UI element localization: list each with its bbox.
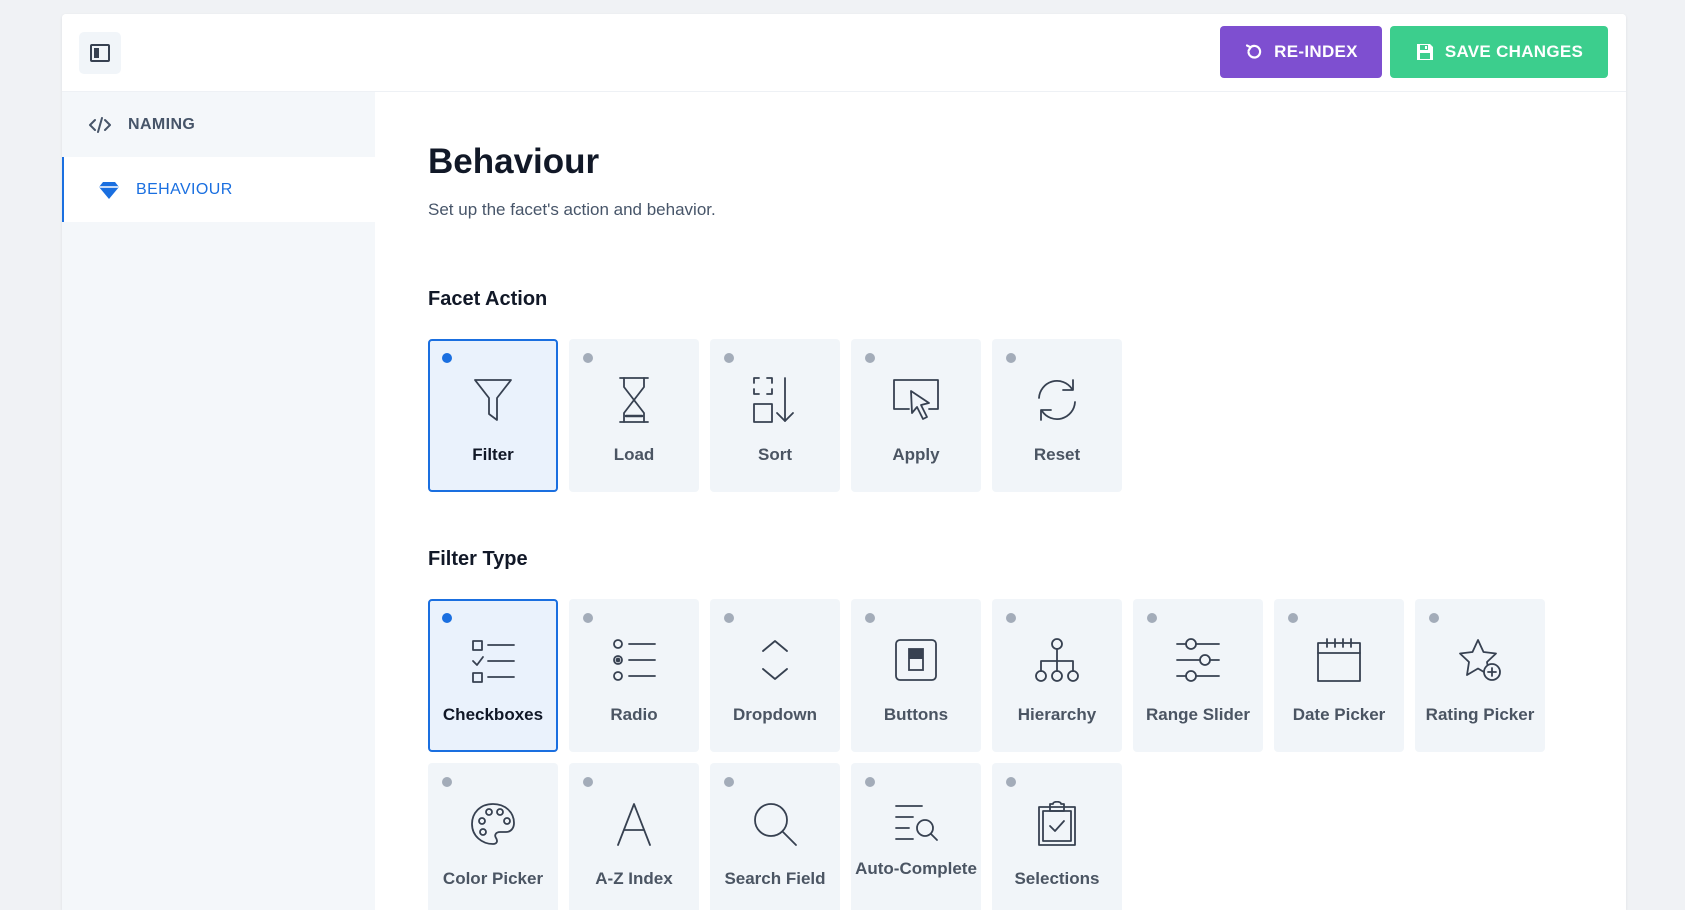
refresh-icon	[1038, 379, 1076, 421]
option-label: Range Slider	[1146, 705, 1250, 724]
option-label: Buttons	[883, 705, 949, 724]
checklist-icon	[472, 640, 515, 683]
radio-dot	[1288, 613, 1298, 623]
sliders-icon	[1176, 638, 1220, 682]
radio-dot	[1006, 777, 1016, 787]
sidebar-toggle-button[interactable]	[79, 32, 121, 74]
option-label: Filter	[472, 445, 514, 464]
calendar-icon	[1317, 638, 1361, 682]
option-buttons[interactable]: Buttons	[851, 599, 981, 752]
option-label: Color Picker	[442, 869, 544, 888]
refresh-icon	[1246, 44, 1262, 59]
sidebar-item-label: BEHAVIOUR	[136, 180, 233, 198]
page-subtitle: Set up the facet's action and behavior.	[428, 200, 716, 219]
radio-dot	[865, 777, 875, 787]
option-label: Auto-Complete	[855, 859, 977, 878]
radio-dot	[724, 777, 734, 787]
option-label: Rating Picker	[1425, 705, 1535, 724]
option-rating-picker[interactable]: Rating Picker	[1415, 599, 1545, 752]
radio-dot	[865, 613, 875, 623]
filter-type-title: Filter Type	[428, 548, 528, 570]
palette-icon	[471, 803, 515, 845]
option-search-field[interactable]: Search Field	[710, 763, 840, 910]
radio-dot	[1147, 613, 1157, 623]
toggle-button-icon	[895, 639, 937, 681]
option-label: Reset	[1033, 445, 1081, 464]
radio-dot	[724, 353, 734, 363]
option-radio[interactable]: Radio	[569, 599, 699, 752]
option-label: Hierarchy	[1017, 705, 1097, 724]
option-label: Dropdown	[732, 705, 818, 724]
search-icon	[754, 803, 797, 846]
radio-dot	[1006, 353, 1016, 363]
sidebar-toggle-icon	[90, 44, 110, 62]
option-label: Apply	[892, 445, 940, 464]
page-title: Behaviour	[428, 142, 600, 181]
clipboard-check-icon	[1038, 801, 1076, 846]
option-a-z-index[interactable]: A-Z Index	[569, 763, 699, 910]
option-reset[interactable]: Reset	[992, 339, 1122, 492]
option-label: Date Picker	[1292, 705, 1386, 724]
star-plus-icon	[1459, 639, 1501, 681]
option-label: A-Z Index	[595, 869, 673, 888]
settings-panel: RE-INDEX SAVE CHANGES NAMING BEHAVIOUR B…	[62, 14, 1626, 910]
filter-type-options: Checkboxes Radio Dropdown Buttons Hierar…	[428, 599, 1545, 910]
option-dropdown[interactable]: Dropdown	[710, 599, 840, 752]
save-changes-button[interactable]: SAVE CHANGES	[1390, 26, 1608, 78]
option-selections[interactable]: Selections	[992, 763, 1122, 910]
save-changes-label: SAVE CHANGES	[1444, 42, 1584, 61]
radio-dot	[442, 353, 452, 363]
option-apply[interactable]: Apply	[851, 339, 981, 492]
option-label: Selections	[1014, 869, 1100, 888]
option-range-slider[interactable]: Range Slider	[1133, 599, 1263, 752]
reindex-label: RE-INDEX	[1274, 42, 1358, 61]
option-label: Checkboxes	[442, 705, 544, 724]
radio-dot	[1006, 613, 1016, 623]
radio-dot	[583, 777, 593, 787]
sidebar-item-behaviour[interactable]: BEHAVIOUR	[62, 157, 375, 222]
option-date-picker[interactable]: Date Picker	[1274, 599, 1404, 752]
cursor-click-icon	[893, 379, 939, 420]
option-sort[interactable]: Sort	[710, 339, 840, 492]
hierarchy-icon	[1035, 638, 1079, 682]
sidebar-item-naming[interactable]: NAMING	[62, 92, 375, 157]
option-load[interactable]: Load	[569, 339, 699, 492]
option-filter[interactable]: Filter	[428, 339, 558, 492]
chevron-updown-icon	[762, 640, 788, 680]
floppy-disk-icon	[1416, 44, 1433, 60]
option-auto-complete[interactable]: Auto-Complete	[851, 763, 981, 910]
reindex-button[interactable]: RE-INDEX	[1220, 26, 1382, 78]
option-label: Radio	[610, 705, 658, 724]
radio-list-icon	[613, 639, 656, 681]
facet-action-options: Filter Load Sort Apply Reset	[428, 339, 1545, 492]
radio-dot	[442, 777, 452, 787]
hourglass-icon	[619, 377, 649, 423]
radio-dot	[442, 613, 452, 623]
letter-a-icon	[617, 803, 651, 846]
sort-icon	[753, 377, 794, 423]
radio-dot	[583, 353, 593, 363]
diamond-icon	[99, 181, 119, 199]
option-color-picker[interactable]: Color Picker	[428, 763, 558, 910]
main-content: Behaviour Set up the facet's action and …	[375, 92, 1626, 910]
option-checkboxes[interactable]: Checkboxes	[428, 599, 558, 752]
option-label: Search Field	[724, 869, 826, 888]
radio-dot	[865, 353, 875, 363]
radio-dot	[724, 613, 734, 623]
list-search-icon	[895, 805, 938, 841]
sidebar: NAMING BEHAVIOUR	[62, 92, 375, 910]
radio-dot	[1429, 613, 1439, 623]
code-icon	[89, 116, 111, 133]
radio-dot	[583, 613, 593, 623]
funnel-icon	[474, 379, 512, 421]
sidebar-item-label: NAMING	[128, 115, 196, 133]
facet-action-title: Facet Action	[428, 288, 548, 310]
option-label: Sort	[758, 445, 792, 464]
top-bar: RE-INDEX SAVE CHANGES	[62, 14, 1626, 92]
option-hierarchy[interactable]: Hierarchy	[992, 599, 1122, 752]
option-label: Load	[613, 445, 655, 464]
